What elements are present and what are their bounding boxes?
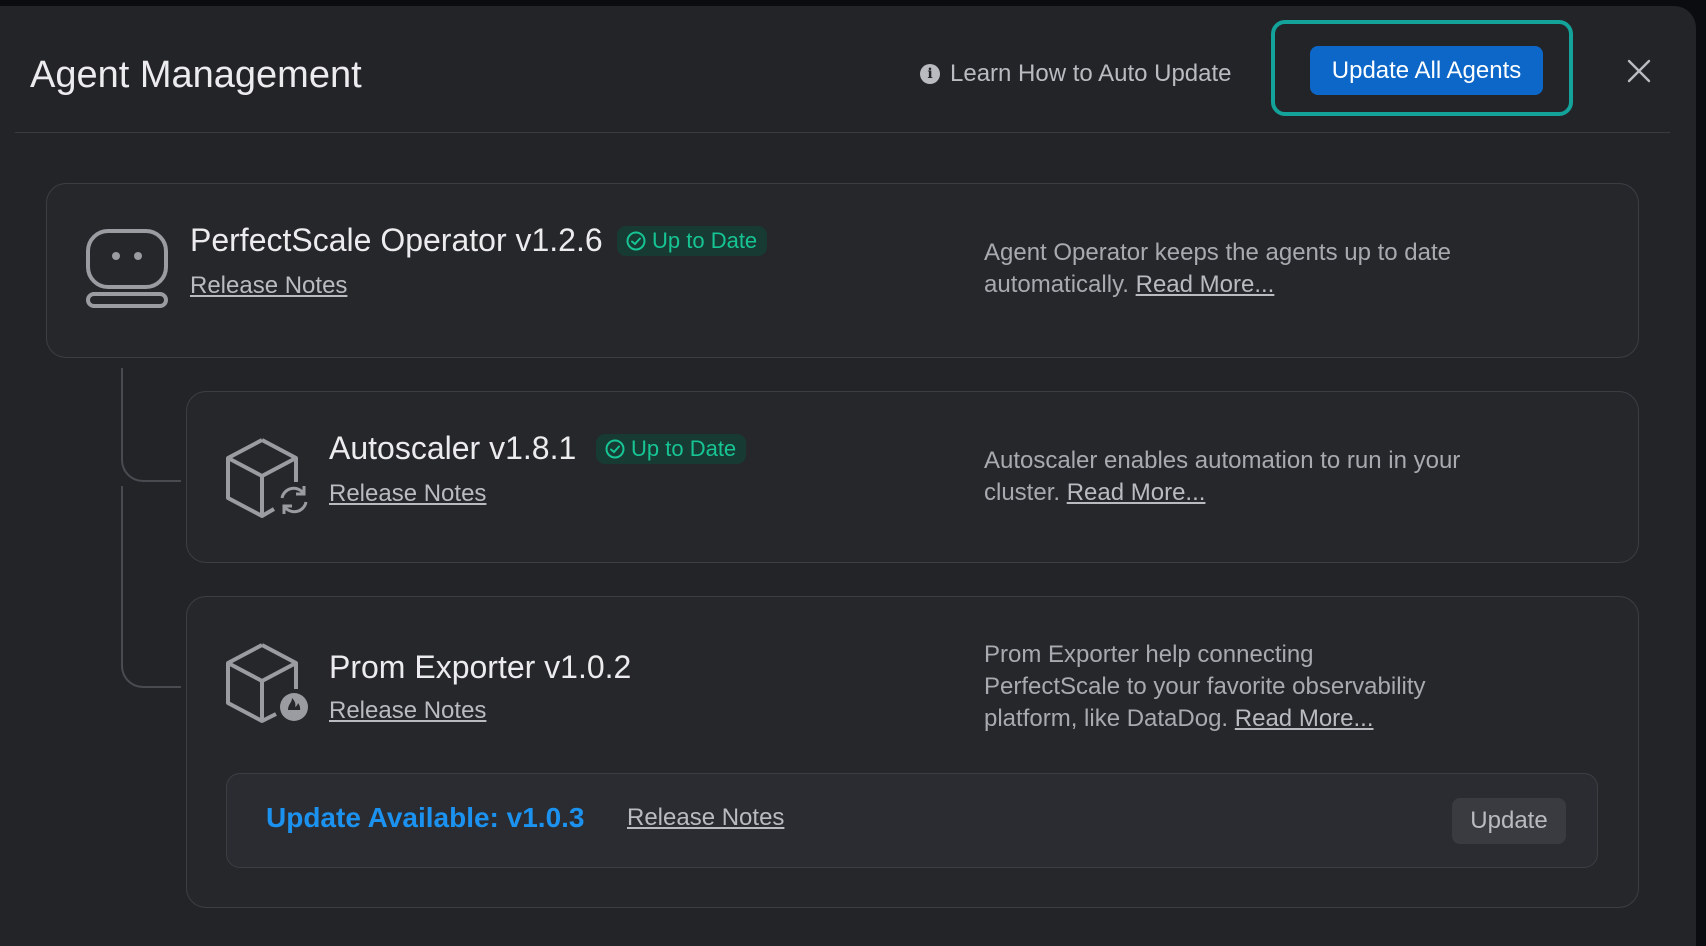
status-label: Up to Date [631, 436, 737, 461]
agent-card-operator: PerfectScale Operator v1.2.6 Up to Date … [46, 183, 1639, 358]
agent-description: Agent Operator keeps the agents up to da… [984, 237, 1484, 301]
close-icon[interactable] [1624, 56, 1654, 86]
agent-management-dialog: Agent Management i Learn How to Auto Upd… [0, 6, 1696, 946]
agent-name: Autoscaler v1.8.1 [329, 430, 577, 466]
tree-connector [121, 486, 181, 688]
learn-auto-update-label: Learn How to Auto Update [950, 60, 1232, 87]
agent-name: PerfectScale Operator v1.2.6 [190, 222, 603, 258]
status-badge: Up to Date [596, 434, 747, 464]
release-notes-link[interactable]: Release Notes [329, 697, 486, 725]
update-button[interactable]: Update [1452, 798, 1566, 844]
agent-card-autoscaler: Autoscaler v1.8.1 Up to Date Release Not… [186, 391, 1639, 563]
update-release-notes-link[interactable]: Release Notes [627, 804, 784, 832]
agent-name: Prom Exporter v1.0.2 [329, 649, 632, 685]
learn-auto-update-link[interactable]: i Learn How to Auto Update [920, 56, 1232, 92]
robot-icon [86, 229, 168, 308]
check-circle-icon [626, 231, 646, 251]
update-available-bar: Update Available: v1.0.3 Release Notes U… [226, 773, 1598, 868]
status-label: Up to Date [652, 228, 758, 253]
page-title: Agent Management [30, 54, 362, 96]
dialog-header: Agent Management i Learn How to Auto Upd… [0, 6, 1696, 133]
update-available-text: Update Available: v1.0.3 [266, 802, 585, 833]
agent-description: Autoscaler enables automation to run in … [984, 445, 1484, 509]
description-text: Autoscaler enables automation to run in … [984, 447, 1461, 506]
cube-flame-icon [226, 643, 308, 723]
info-icon: i [920, 64, 940, 84]
agent-description: Prom Exporter help connecting PerfectSca… [984, 639, 1454, 735]
read-more-link[interactable]: Read More... [1067, 479, 1206, 506]
read-more-link[interactable]: Read More... [1235, 705, 1374, 732]
check-circle-icon [605, 439, 625, 459]
release-notes-link[interactable]: Release Notes [190, 272, 347, 300]
tree-connector [121, 368, 181, 482]
cube-refresh-icon [226, 438, 308, 518]
update-all-agents-button[interactable]: Update All Agents [1310, 46, 1543, 95]
status-badge: Up to Date [617, 226, 768, 256]
read-more-link[interactable]: Read More... [1136, 271, 1275, 298]
header-divider [15, 132, 1670, 133]
release-notes-link[interactable]: Release Notes [329, 480, 486, 508]
